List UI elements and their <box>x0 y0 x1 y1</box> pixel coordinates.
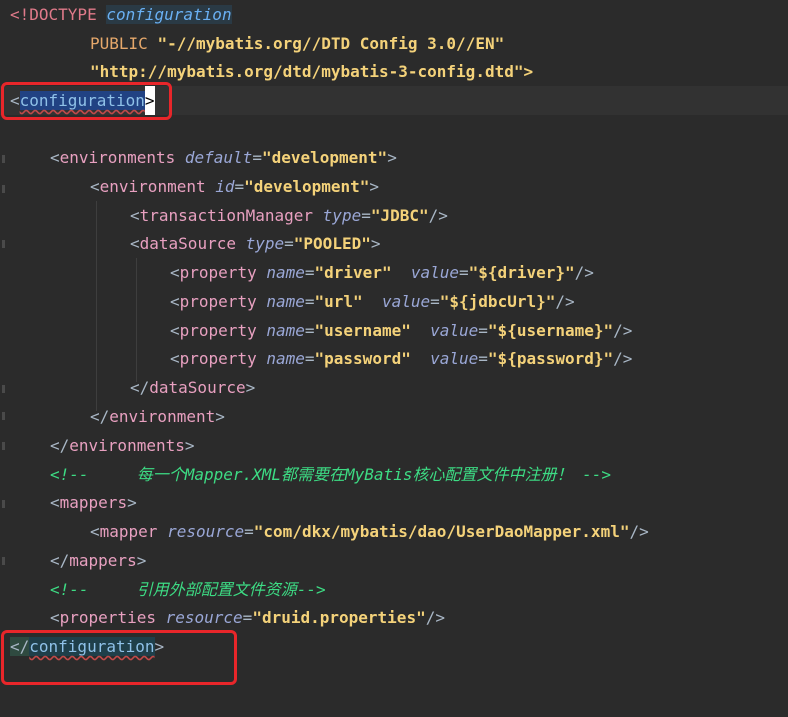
code-line: <properties resource="druid.properties"/… <box>50 608 445 627</box>
attr-value: "${username}" <box>487 321 614 340</box>
attr-value: "JDBC" <box>370 206 429 225</box>
environment-close-tag: environment <box>109 407 216 426</box>
comment: <!-- 引用外部配置文件资源--> <box>50 580 326 599</box>
attr-name: name <box>266 349 305 368</box>
attr-name: type <box>245 234 285 253</box>
attr-name: value <box>381 292 431 311</box>
attr-name: value <box>430 321 479 340</box>
mappers-tag: mappers <box>59 493 128 512</box>
doctype-keyword: <!DOCTYPE <box>10 5 97 24</box>
code-line: <property name="url" value="${jdbcUrl}"/… <box>170 292 575 311</box>
attr-name: resource <box>167 522 245 541</box>
code-line: </environment> <box>90 407 225 426</box>
attr-name: value <box>430 349 479 368</box>
attr-name: id <box>215 177 235 196</box>
code-line: <mapper resource="com/dkx/mybatis/dao/Us… <box>90 522 649 541</box>
property-tag: property <box>179 349 257 368</box>
attr-name: type <box>322 206 362 225</box>
attr-value: "password" <box>314 349 411 368</box>
attr-value: "${password}" <box>487 349 614 368</box>
attr-value: "development" <box>261 148 388 167</box>
attr-name: resource <box>165 608 243 627</box>
code-line: </environments> <box>50 436 195 455</box>
property-tag: property <box>179 292 257 311</box>
public-keyword: PUBLIC <box>90 34 148 53</box>
attr-value: "${driver}" <box>468 263 575 282</box>
code-line: <!-- 引用外部配置文件资源--> <box>0 575 788 604</box>
code-line: <environments default="development"> <box>50 148 397 167</box>
code-line: PUBLIC "-//mybatis.org//DTD Config 3.0//… <box>0 29 788 58</box>
code-line: </mappers> <box>50 551 147 570</box>
doctype-root: configuration <box>106 5 232 24</box>
attr-value: "${jdbcUrl}" <box>439 292 556 311</box>
attr-name: name <box>266 321 305 340</box>
attr-value: "POOLED" <box>293 234 371 253</box>
attr-name: default <box>184 148 253 167</box>
attr-name: name <box>266 263 305 282</box>
code-line: <environment id="development"> <box>90 177 380 196</box>
code-line: <property name="driver" value="${driver}… <box>170 263 594 282</box>
highlight-box <box>1 630 237 685</box>
code-line: <property name="username" value="${usern… <box>170 321 633 340</box>
system-url: "http://mybatis.org/dtd/mybatis-3-config… <box>90 62 534 81</box>
environments-close-tag: environments <box>69 436 185 455</box>
properties-tag: properties <box>59 608 156 627</box>
code-line: <!-- 每一个Mapper.XML都需要在MyBatis核心配置文件中注册！ … <box>0 460 788 489</box>
environments-tag: environments <box>59 148 176 167</box>
mappers-close-tag: mappers <box>69 551 137 570</box>
code-editor[interactable]: <!DOCTYPE configuration PUBLIC "-//mybat… <box>0 0 788 717</box>
transaction-manager-tag: transactionManager <box>139 206 314 225</box>
attr-value: "com/dkx/mybatis/dao/UserDaoMapper.xml" <box>253 522 630 541</box>
attr-name: name <box>266 292 305 311</box>
comment: <!-- 每一个Mapper.XML都需要在MyBatis核心配置文件中注册！ … <box>50 465 611 484</box>
attr-value: "url" <box>314 292 363 311</box>
mapper-tag: mapper <box>99 522 158 541</box>
code-line: <transactionManager type="JDBC"/> <box>130 206 448 225</box>
code-line: <!DOCTYPE configuration <box>0 0 788 29</box>
datasource-tag: dataSource <box>139 234 236 253</box>
attr-value: "development" <box>244 177 370 196</box>
property-tag: property <box>179 263 257 282</box>
code-line: <property name="password" value="${passw… <box>170 349 633 368</box>
code-line: <dataSource type="POOLED"> <box>130 234 381 253</box>
public-id: "-//mybatis.org//DTD Config 3.0//EN" <box>157 34 505 53</box>
attr-value: "druid.properties" <box>252 608 426 627</box>
datasource-close-tag: dataSource <box>149 378 246 397</box>
code-line: <mappers> <box>50 493 137 512</box>
attr-value: "username" <box>314 321 411 340</box>
attr-name: value <box>410 263 460 282</box>
property-tag: property <box>179 321 257 340</box>
highlight-box <box>1 82 172 120</box>
environment-tag: environment <box>99 177 206 196</box>
attr-value: "driver" <box>314 263 392 282</box>
code-line: </dataSource> <box>130 378 256 397</box>
